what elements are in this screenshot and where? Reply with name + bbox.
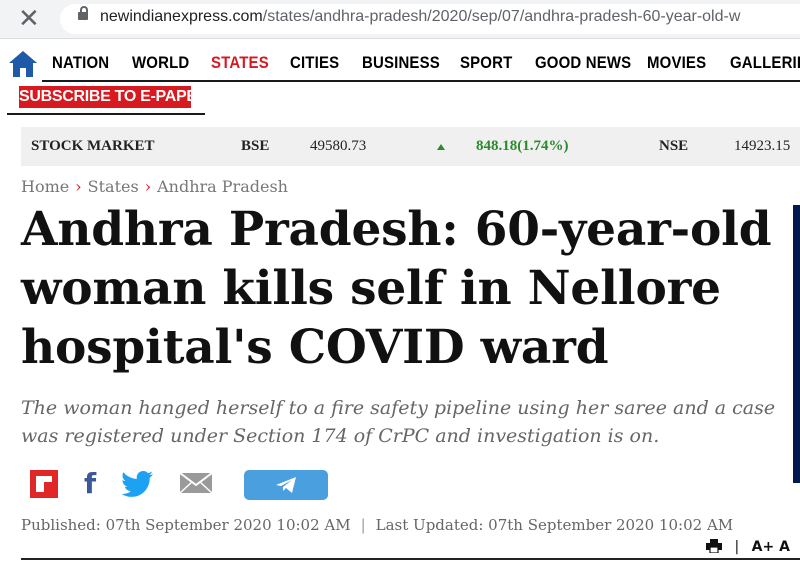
breadcrumb-home[interactable]: Home (21, 177, 69, 196)
stock-ticker: STOCK MARKET BSE 49580.73 848.18(1.74%) … (21, 127, 800, 166)
nse-label: NSE (659, 138, 689, 154)
close-icon[interactable]: ✕ (18, 6, 40, 32)
browser-address-bar: ✕ newindianexpress.com/states/andhra-pra… (0, 0, 800, 39)
breadcrumb-andhra-pradesh[interactable]: Andhra Pradesh (157, 177, 288, 196)
published-date: Published: 07th September 2020 10:02 AM (21, 516, 351, 534)
url-text[interactable]: newindianexpress.com/states/andhra-prade… (100, 8, 740, 26)
url-path: /states/andhra-pradesh/2020/sep/07/andhr… (262, 8, 741, 25)
breadcrumb-states[interactable]: States (88, 177, 139, 196)
sidebar-ad-edge (793, 205, 800, 483)
article-tools: | A+ A (706, 539, 790, 555)
print-icon[interactable] (706, 539, 722, 554)
lock-icon (78, 6, 88, 20)
main-nav: NATION WORLD STATES CITIES BUSINESS SPOR… (0, 50, 800, 80)
nav-item-nation[interactable]: NATION (52, 53, 109, 73)
font-size-toggle[interactable]: A+ A (752, 539, 790, 555)
meta-divider (21, 558, 800, 560)
article-meta: Published: 07th September 2020 10:02 AM |… (21, 516, 733, 534)
article-summary: The woman hanged herself to a fire safet… (21, 397, 776, 447)
url-domain: newindianexpress.com (100, 8, 263, 25)
nav-item-states[interactable]: STATES (211, 53, 269, 73)
bse-label: BSE (241, 138, 270, 154)
telegram-icon (276, 477, 296, 493)
flipboard-icon[interactable] (30, 470, 58, 498)
nse-value: 14923.15 (734, 138, 791, 154)
article-headline: Andhra Pradesh: 60-year-old woman kills … (21, 202, 772, 375)
home-icon[interactable] (8, 50, 38, 78)
nav-item-movies[interactable]: MOVIES (647, 53, 706, 73)
bse-change: 848.18(1.74%) (476, 138, 569, 154)
email-icon[interactable] (179, 470, 213, 496)
nav-item-sport[interactable]: SPORT (460, 53, 512, 73)
nav-item-good-news[interactable]: GOOD NEWS (535, 53, 631, 73)
facebook-icon[interactable]: f (84, 470, 96, 498)
tools-separator: | (734, 539, 740, 555)
nav-item-business[interactable]: BUSINESS (362, 53, 440, 73)
telegram-button[interactable] (244, 470, 328, 500)
breadcrumb-separator: › (144, 177, 152, 196)
nav-item-cities[interactable]: CITIES (290, 53, 339, 73)
up-arrow-icon (437, 144, 445, 150)
bse-value: 49580.73 (310, 138, 367, 154)
nav-divider (42, 80, 800, 82)
breadcrumb-separator: › (75, 177, 82, 196)
nav-item-world[interactable]: WORLD (132, 53, 189, 73)
updated-date: Last Updated: 07th September 2020 10:02 … (375, 516, 734, 534)
subscribe-button[interactable]: SUBSCRIBE TO E-PAPER (19, 86, 208, 108)
breadcrumb: Home › States › Andhra Pradesh (21, 177, 288, 196)
meta-separator: | (360, 516, 366, 534)
nav-item-galleries[interactable]: GALLERIES (730, 53, 800, 73)
twitter-icon[interactable] (122, 470, 154, 498)
subscribe-divider (7, 113, 205, 115)
stock-market-label: STOCK MARKET (31, 138, 155, 154)
